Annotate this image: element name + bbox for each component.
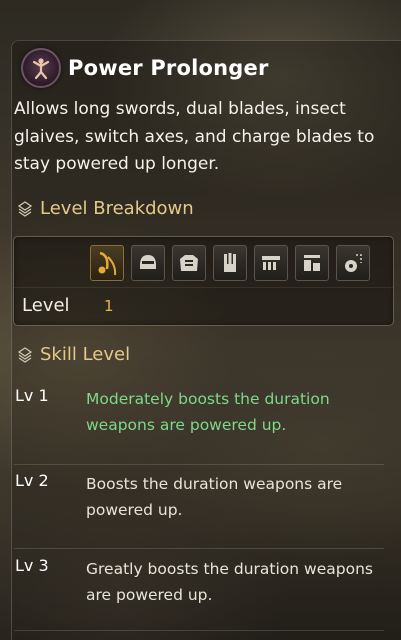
power-prolonger-icon [21,48,61,88]
level-description: Greatly boosts the duration weapons are … [86,560,373,604]
skill-level-label: Skill Level [40,344,131,365]
skill-level-header: Skill Level [16,344,130,365]
gear-slot-row [90,245,370,281]
level-name: Lv 2 [15,471,49,490]
level-value: 1 [104,297,114,315]
waist-icon[interactable] [254,245,288,281]
chest-icon[interactable] [172,245,206,281]
divider [14,464,384,465]
level-label: Level [22,295,70,316]
arms-icon[interactable] [213,245,247,281]
skill-title: Power Prolonger [68,56,269,80]
skill-description: Allows long swords, dual blades, insect … [14,99,375,174]
level-description: Moderately boosts the duration weapons a… [86,390,330,434]
divider [14,548,384,549]
level-breakdown-box: Level 1 [13,236,394,326]
section-diamond-icon [17,346,33,363]
level-description: Boosts the duration weapons are powered … [86,475,343,519]
divider [14,630,384,631]
section-diamond-icon [17,200,33,217]
charm-icon[interactable] [336,245,370,281]
level-breakdown-label: Level Breakdown [40,198,194,219]
level-row: Level 1 [14,287,393,324]
level-name: Lv 1 [15,386,49,405]
legs-icon[interactable] [295,245,329,281]
level-breakdown-header: Level Breakdown [16,198,194,219]
weapon-icon[interactable] [90,245,124,281]
skill-header: Power Prolonger [21,48,269,88]
level-name: Lv 3 [15,556,49,575]
helm-icon[interactable] [131,245,165,281]
